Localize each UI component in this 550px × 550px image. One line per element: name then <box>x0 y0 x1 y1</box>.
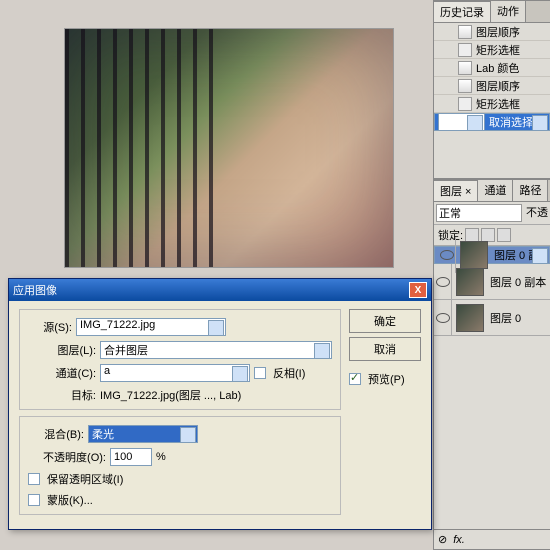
history-item[interactable]: 图层顺序 <box>434 77 550 95</box>
channel-label: 通道(C): <box>28 365 96 381</box>
opacity-suffix: % <box>156 451 166 463</box>
preserve-checkbox[interactable] <box>28 473 40 485</box>
history-step-icon <box>458 25 472 39</box>
history-step-icon <box>458 79 472 93</box>
layer-name: 图层 0 副本 2 <box>492 247 533 263</box>
layer-thumbnail[interactable] <box>456 304 484 332</box>
history-step-label: 图层顺序 <box>476 78 520 94</box>
visibility-icon[interactable] <box>434 300 452 336</box>
layer-item[interactable]: 图层 0 副本 2 <box>434 246 550 264</box>
layer-thumbnail[interactable] <box>460 241 488 269</box>
document-canvas[interactable] <box>64 28 394 268</box>
tab-paths[interactable]: 路径 <box>513 180 548 201</box>
history-list: 图层顺序矩形选框Lab 颜色图层顺序矩形选框取消选择 <box>434 23 550 178</box>
blend-group: 混合(B): 柔光 不透明度(O): % 保留透明区域(I) 蒙版(K)... <box>19 416 341 515</box>
layers-panel: 图层 × 通道 路径 正常 不透 锁定: 图层 0 副本 2图层 0 副本图层 … <box>433 179 550 550</box>
opacity-field-label: 不透明度(O): <box>28 449 106 465</box>
blend-select[interactable]: 柔光 <box>88 425 198 443</box>
history-item[interactable]: 矩形选框 <box>434 95 550 113</box>
history-item[interactable]: 图层顺序 <box>434 23 550 41</box>
layer-item[interactable]: 图层 0 <box>434 300 550 336</box>
invert-label: 反相(I) <box>273 365 305 381</box>
tab-layers[interactable]: 图层 × <box>434 180 478 201</box>
preview-checkbox[interactable] <box>349 373 361 385</box>
history-step-label: 图层顺序 <box>476 24 520 40</box>
channel-select[interactable]: a <box>100 364 250 382</box>
mask-label: 蒙版(K)... <box>47 492 93 508</box>
history-panel: 历史记录 动作 图层顺序矩形选框Lab 颜色图层顺序矩形选框取消选择 <box>433 0 550 179</box>
target-label: 目标: <box>28 387 96 403</box>
history-step-icon <box>458 61 472 75</box>
apply-image-dialog: 应用图像 X 源(S): IMG_71222.jpg 图层(L): 合并图层 通… <box>8 278 432 530</box>
layer-thumbnail[interactable] <box>456 268 484 296</box>
ok-button[interactable]: 确定 <box>349 309 421 333</box>
preview-label: 预览(P) <box>368 371 405 387</box>
history-step-icon <box>438 113 485 131</box>
history-step-icon <box>458 43 472 57</box>
mask-checkbox[interactable] <box>28 494 40 506</box>
source-label: 源(S): <box>28 319 72 335</box>
layer-label: 图层(L): <box>28 342 96 358</box>
dialog-title: 应用图像 <box>13 282 57 298</box>
history-item[interactable]: Lab 颜色 <box>434 59 550 77</box>
history-step-icon <box>458 97 472 111</box>
lock-all-icon[interactable] <box>497 228 511 242</box>
history-step-label: 矩形选框 <box>476 42 520 58</box>
target-value: IMG_71222.jpg(图层 ..., Lab) <box>100 387 241 403</box>
blend-label: 混合(B): <box>28 426 84 442</box>
close-icon[interactable]: X <box>409 282 427 298</box>
layer-name: 图层 0 副本 <box>488 274 550 290</box>
layers-list: 图层 0 副本 2 图层 0 副本图层 0 <box>434 246 550 336</box>
history-step-label: Lab 颜色 <box>476 60 519 76</box>
fx-icon[interactable]: fx. <box>453 534 465 546</box>
lock-position-icon[interactable] <box>481 228 495 242</box>
panels-column: 历史记录 动作 图层顺序矩形选框Lab 颜色图层顺序矩形选框取消选择 图层 × … <box>433 0 550 550</box>
tab-history[interactable]: 历史记录 <box>434 1 491 22</box>
tab-actions[interactable]: 动作 <box>491 1 526 22</box>
lock-pixels-icon[interactable] <box>465 228 479 242</box>
visibility-icon[interactable] <box>438 237 456 273</box>
layer-name: 图层 0 <box>488 310 550 326</box>
blend-mode-select[interactable]: 正常 <box>436 204 522 222</box>
source-group: 源(S): IMG_71222.jpg 图层(L): 合并图层 通道(C): a… <box>19 309 341 410</box>
link-icon[interactable]: ⊘ <box>438 533 447 546</box>
dialog-titlebar[interactable]: 应用图像 X <box>9 279 431 301</box>
cancel-button[interactable]: 取消 <box>349 337 421 361</box>
source-select[interactable]: IMG_71222.jpg <box>76 318 226 336</box>
invert-checkbox[interactable] <box>254 367 266 379</box>
preserve-label: 保留透明区域(I) <box>47 471 123 487</box>
history-item[interactable]: 取消选择 <box>434 113 550 131</box>
history-step-label: 取消选择 <box>489 114 533 130</box>
history-step-label: 矩形选框 <box>476 96 520 112</box>
layer-select[interactable]: 合并图层 <box>100 341 332 359</box>
opacity-label: 不透 <box>526 204 548 222</box>
tab-channels[interactable]: 通道 <box>478 180 513 201</box>
layers-footer: ⊘ fx. <box>434 529 550 549</box>
history-item[interactable]: 矩形选框 <box>434 41 550 59</box>
opacity-input[interactable] <box>110 448 152 466</box>
